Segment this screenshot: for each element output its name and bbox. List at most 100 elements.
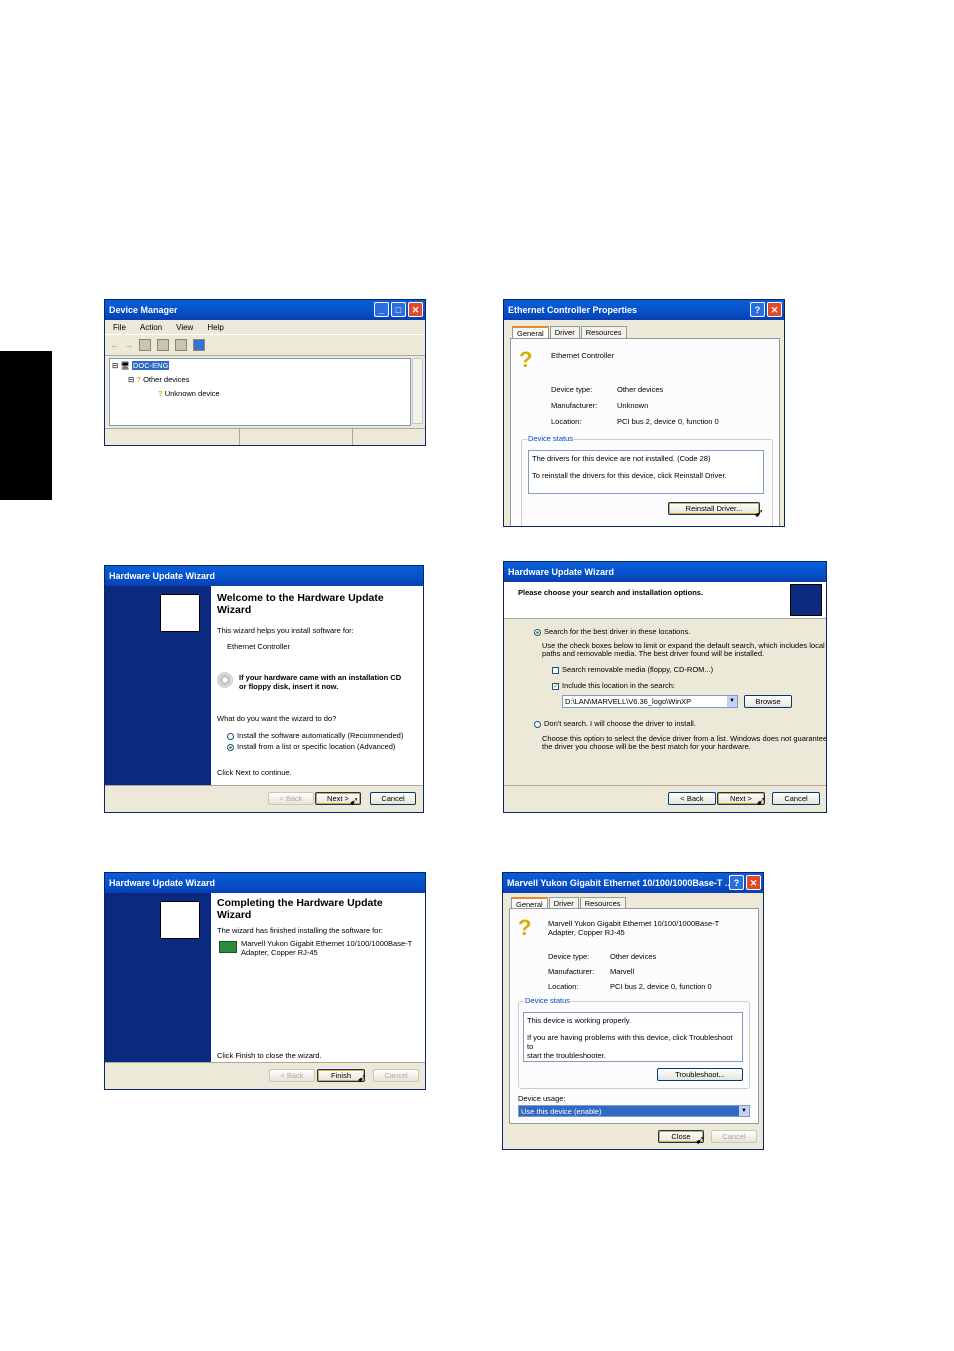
general-panel: ? Ethernet Controller Device type: Other… bbox=[510, 338, 780, 526]
toolbar: ← → bbox=[105, 335, 425, 356]
ethernet-properties-title: Ethernet Controller Properties bbox=[508, 305, 638, 315]
radio-selected-icon[interactable] bbox=[227, 743, 234, 751]
device-name: Ethernet Controller bbox=[551, 351, 614, 360]
option-dont-search[interactable]: Don't search. I will choose the driver t… bbox=[534, 719, 696, 728]
reinstall-driver-button[interactable]: Reinstall Driver... bbox=[668, 502, 760, 515]
tree-other-devices[interactable]: Other devices bbox=[143, 375, 189, 384]
cancel-button[interactable]: Cancel bbox=[373, 1069, 419, 1082]
cancel-button[interactable]: Cancel bbox=[772, 792, 820, 805]
marvell-properties-titlebar: Marvell Yukon Gigabit Ethernet 10/100/10… bbox=[503, 873, 763, 893]
wizard-footer: < Back Next > Cancel ➹ bbox=[105, 785, 423, 812]
device-status-group: Device status This device is working pro… bbox=[518, 996, 750, 1089]
help-question-icon[interactable]: ? bbox=[729, 875, 744, 890]
device-name-line: Marvell Yukon Gigabit Ethernet 10/100/10… bbox=[548, 919, 720, 928]
cancel-button[interactable]: Cancel bbox=[370, 792, 416, 805]
wizard-question: What do you want the wizard to do? bbox=[217, 714, 337, 723]
device-usage-label: Device usage: bbox=[518, 1094, 566, 1103]
computer-icon: 🖥 bbox=[120, 361, 130, 370]
menu-file[interactable]: File bbox=[113, 323, 126, 332]
heading-line: Welcome to the Hardware Update bbox=[217, 592, 384, 604]
unknown-device-icon: ? bbox=[158, 389, 163, 398]
close-icon[interactable]: ✕ bbox=[767, 302, 782, 317]
wizard-content: Welcome to the Hardware Update Wizard Th… bbox=[211, 586, 423, 786]
heading-line: Wizard bbox=[217, 604, 252, 616]
device-name-line: Marvell Yukon Gigabit Ethernet 10/100/10… bbox=[241, 939, 413, 948]
marvell-properties-window: Marvell Yukon Gigabit Ethernet 10/100/10… bbox=[502, 872, 764, 1150]
menu-action[interactable]: Action bbox=[140, 323, 162, 332]
mouse-cursor-icon: ➹ bbox=[695, 1133, 706, 1147]
wizard-titlebar: Hardware Update Wizard bbox=[105, 566, 423, 586]
troubleshoot-button[interactable]: Troubleshoot... bbox=[657, 1068, 743, 1081]
collapse-icon[interactable]: ⊟ bbox=[112, 361, 118, 370]
check-include-location[interactable]: Include this location in the search: bbox=[552, 681, 675, 690]
tree-root-computer[interactable]: DOC-ENG bbox=[132, 361, 170, 370]
device-tree: ⊟ 🖥 DOC-ENG ⊟ ? Other devices ? Unknown … bbox=[109, 358, 411, 426]
heading-line: Wizard bbox=[217, 909, 252, 921]
radio-icon[interactable] bbox=[534, 720, 541, 728]
help-icon[interactable] bbox=[175, 339, 187, 351]
status-line: To reinstall the drivers for this device… bbox=[532, 471, 727, 480]
status-bar bbox=[105, 428, 425, 445]
back-button[interactable]: < Back bbox=[268, 792, 314, 805]
tree-scrollbar[interactable] bbox=[412, 358, 423, 424]
option-label: Don't search. I will choose the driver t… bbox=[544, 719, 696, 728]
wizard-titlebar: Hardware Update Wizard bbox=[504, 562, 826, 582]
dropdown-arrow-icon[interactable]: ▼ bbox=[739, 1106, 749, 1116]
option-search-best[interactable]: Search for the best driver in these loca… bbox=[534, 627, 690, 636]
forward-arrow-icon[interactable]: → bbox=[125, 341, 133, 350]
close-icon[interactable]: ✕ bbox=[408, 302, 423, 317]
device-status-text: This device is working properly. If you … bbox=[523, 1012, 743, 1062]
wizard-header-text: Please choose your search and installati… bbox=[518, 588, 704, 597]
wizard-heading: Completing the Hardware Update Wizard bbox=[217, 897, 383, 921]
mouse-cursor-icon: ➹ bbox=[349, 794, 360, 808]
tree-unknown-device[interactable]: Unknown device bbox=[165, 389, 220, 398]
wizard-welcome-window: Hardware Update Wizard Welcome to the Ha… bbox=[104, 565, 424, 813]
ethernet-properties-window: Ethernet Controller Properties ? ✕ Gener… bbox=[503, 299, 785, 527]
print-icon[interactable] bbox=[157, 339, 169, 351]
radio-icon[interactable] bbox=[227, 732, 234, 740]
menu-help[interactable]: Help bbox=[207, 323, 223, 332]
network-adapter-icon bbox=[219, 941, 237, 953]
location-path-combo[interactable]: D:\LAN\MARVELL\V6.36_logo\WinXP ▼ bbox=[562, 695, 738, 708]
option-install-auto[interactable]: Install the software automatically (Reco… bbox=[227, 731, 403, 740]
menu-view[interactable]: View bbox=[176, 323, 193, 332]
device-usage-select[interactable]: Use this device (enable) ▼ bbox=[518, 1105, 750, 1117]
value-location: PCI bus 2, device 0, function 0 bbox=[617, 417, 719, 426]
properties-icon[interactable] bbox=[139, 339, 151, 351]
option-label: Search for the best driver in these loca… bbox=[544, 627, 691, 636]
back-button[interactable]: < Back bbox=[269, 1069, 315, 1082]
device-usage-value: Use this device (enable) bbox=[521, 1107, 602, 1116]
checkbox-checked-icon[interactable] bbox=[552, 682, 559, 690]
checkbox-label: Include this location in the search: bbox=[562, 681, 675, 690]
check-removable-media[interactable]: Search removable media (floppy, CD-ROM..… bbox=[552, 665, 713, 674]
continue-text: Click Next to continue. bbox=[217, 768, 292, 777]
wizard-device-name: Ethernet Controller bbox=[227, 642, 290, 651]
browse-button[interactable]: Browse bbox=[744, 695, 792, 708]
device-name-line: Adapter, Copper RJ-45 bbox=[548, 928, 625, 937]
status-line: start the troubleshooter. bbox=[527, 1051, 606, 1060]
collapse-icon[interactable]: ⊟ bbox=[128, 375, 134, 384]
wizard-complete-window: Hardware Update Wizard Completing the Ha… bbox=[104, 872, 426, 1090]
radio-selected-icon[interactable] bbox=[534, 628, 541, 636]
cancel-button[interactable]: Cancel bbox=[711, 1130, 757, 1143]
location-path-value: D:\LAN\MARVELL\V6.36_logo\WinXP bbox=[565, 697, 692, 706]
wizard-header-band: Please choose your search and installati… bbox=[504, 582, 826, 619]
help-question-icon[interactable]: ? bbox=[750, 302, 765, 317]
back-button[interactable]: < Back bbox=[668, 792, 716, 805]
back-arrow-icon[interactable]: ← bbox=[111, 341, 119, 350]
maximize-icon[interactable]: □ bbox=[391, 302, 406, 317]
wizard-title: Hardware Update Wizard bbox=[109, 878, 215, 888]
option-label: Install the software automatically (Reco… bbox=[237, 731, 404, 740]
tab-strip: General Driver Resources bbox=[504, 320, 784, 339]
close-icon[interactable]: ✕ bbox=[746, 875, 761, 890]
scan-hardware-icon[interactable] bbox=[193, 339, 205, 351]
label-manufacturer: Manufacturer: bbox=[548, 967, 595, 976]
checkbox-icon[interactable] bbox=[552, 666, 559, 674]
wizard-intro: The wizard has finished installing the s… bbox=[217, 926, 383, 935]
option-install-list[interactable]: Install from a list or specific location… bbox=[227, 742, 395, 751]
value-location: PCI bus 2, device 0, function 0 bbox=[610, 982, 712, 991]
dropdown-arrow-icon[interactable]: ▼ bbox=[727, 696, 737, 707]
question-device-icon: ? bbox=[519, 347, 533, 372]
heading-line: Completing the Hardware Update bbox=[217, 897, 383, 909]
minimize-icon[interactable]: _ bbox=[374, 302, 389, 317]
